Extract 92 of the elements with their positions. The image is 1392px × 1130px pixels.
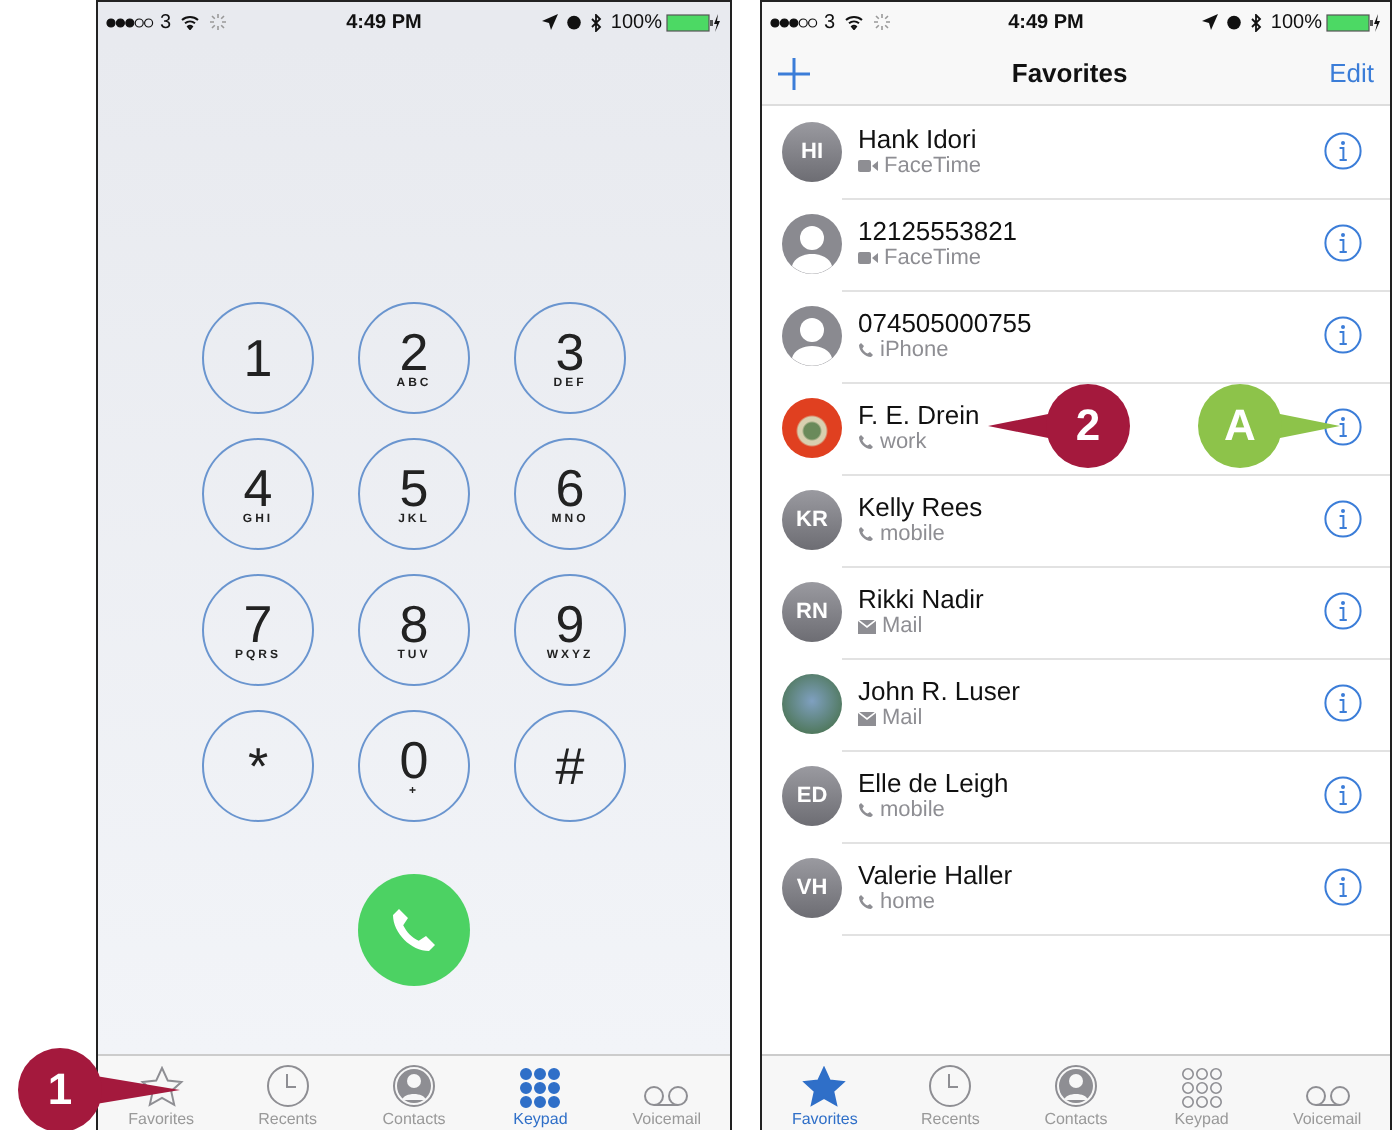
keypad-icon [520,1068,561,1108]
contact-name[interactable]: Elle de Leigh [858,768,1009,798]
plus-icon [778,57,810,89]
clock-icon [265,1064,310,1108]
wifi-icon [843,14,864,30]
contact-name[interactable]: 074505000755 [858,308,1032,338]
voicemail-icon [1303,1084,1352,1108]
initials-avatar: VH [782,858,842,918]
phone-icon [390,906,438,954]
initials-avatar: ED [782,766,842,826]
info-button[interactable] [1324,500,1362,538]
initials-avatar: KR [782,490,842,550]
envelope-icon [858,619,876,633]
phone-icon [858,526,874,542]
info-icon [1324,408,1362,446]
video-camera-icon [858,160,878,172]
initials-avatar: RN [782,582,842,642]
person-icon [392,1064,436,1108]
info-button[interactable] [1324,776,1362,814]
star-icon [802,1066,847,1108]
keypad-icon [1181,1068,1222,1108]
contact-name[interactable]: Valerie Haller [858,860,1013,890]
contact-method: Mail [882,706,923,730]
phone-icon [858,802,874,818]
location-icon [1202,14,1219,30]
activity-icon [873,14,890,30]
bluetooth-icon [1250,13,1263,31]
add-button[interactable] [778,57,810,89]
screen-title: Favorites [1009,58,1130,88]
contact-method: Mail [882,614,923,638]
person-icon [1053,1064,1098,1108]
info-icon [1324,316,1362,354]
contact-method: iPhone [880,338,949,362]
bluetooth-icon [590,13,603,31]
location-icon [542,14,559,30]
dial-key[interactable]: 1 [202,302,314,414]
wifi-icon [179,14,200,30]
info-button[interactable] [1324,224,1362,262]
info-icon [1324,684,1362,722]
info-button[interactable] [1324,868,1362,906]
info-icon [1324,592,1362,630]
status-time: 4:49 PM [1006,11,1086,33]
phone-icon [858,342,874,358]
battery-icon [666,13,722,31]
envelope-icon [858,711,876,725]
contact-method: FaceTime [884,246,981,270]
info-icon [1324,224,1362,262]
contact-method: mobile [880,798,945,822]
phone-icon [858,894,874,910]
contact-name[interactable]: 12125553821 [858,216,1018,246]
info-button[interactable] [1324,408,1362,446]
contact-method: home [880,890,936,914]
contact-method: FaceTime [884,154,981,178]
info-icon [1324,132,1362,170]
info-button[interactable] [1324,316,1362,354]
star-icon [139,1066,184,1108]
contact-name[interactable]: John R. Luser [858,676,1020,706]
tab-bar-item[interactable]: Keypad [477,1056,604,1130]
dial-key[interactable]: # [514,710,626,822]
info-button[interactable] [1324,132,1362,170]
edit-button[interactable]: Edit [1329,58,1374,88]
signal-icon [770,17,818,27]
contact-name[interactable]: Kelly Rees [858,492,983,522]
contact-method: work [880,430,927,454]
initials-avatar: HI [782,122,842,182]
info-icon [1324,500,1362,538]
signal-icon [106,17,154,27]
battery-percent: 100% [1270,11,1322,33]
photo-placeholder [782,674,842,734]
info-icon [1324,776,1362,814]
contact-name[interactable]: Rikki Nadir [858,584,984,614]
battery-icon [1326,13,1382,31]
contact-name[interactable]: Hank Idori [858,124,977,154]
activity-icon [209,14,226,30]
photo-placeholder [782,398,842,458]
clock-icon [928,1064,973,1108]
info-icon [1324,868,1362,906]
video-camera-icon [858,252,878,264]
dial-key[interactable]: * [202,710,314,822]
phone-icon [858,434,874,450]
info-button[interactable] [1324,684,1362,722]
carrier-name: 3 [160,11,172,33]
contact-name[interactable]: F. E. Drein [858,400,980,430]
voicemail-icon [642,1084,691,1108]
contact-method: mobile [880,522,945,546]
person-avatar [782,306,842,366]
info-button[interactable] [1324,592,1362,630]
person-avatar [782,214,842,274]
carrier-name: 3 [824,11,836,33]
tab-bar-item[interactable]: Favorites [762,1056,888,1130]
battery-percent: 100% [610,11,662,33]
status-time: 4:49 PM [344,11,424,33]
